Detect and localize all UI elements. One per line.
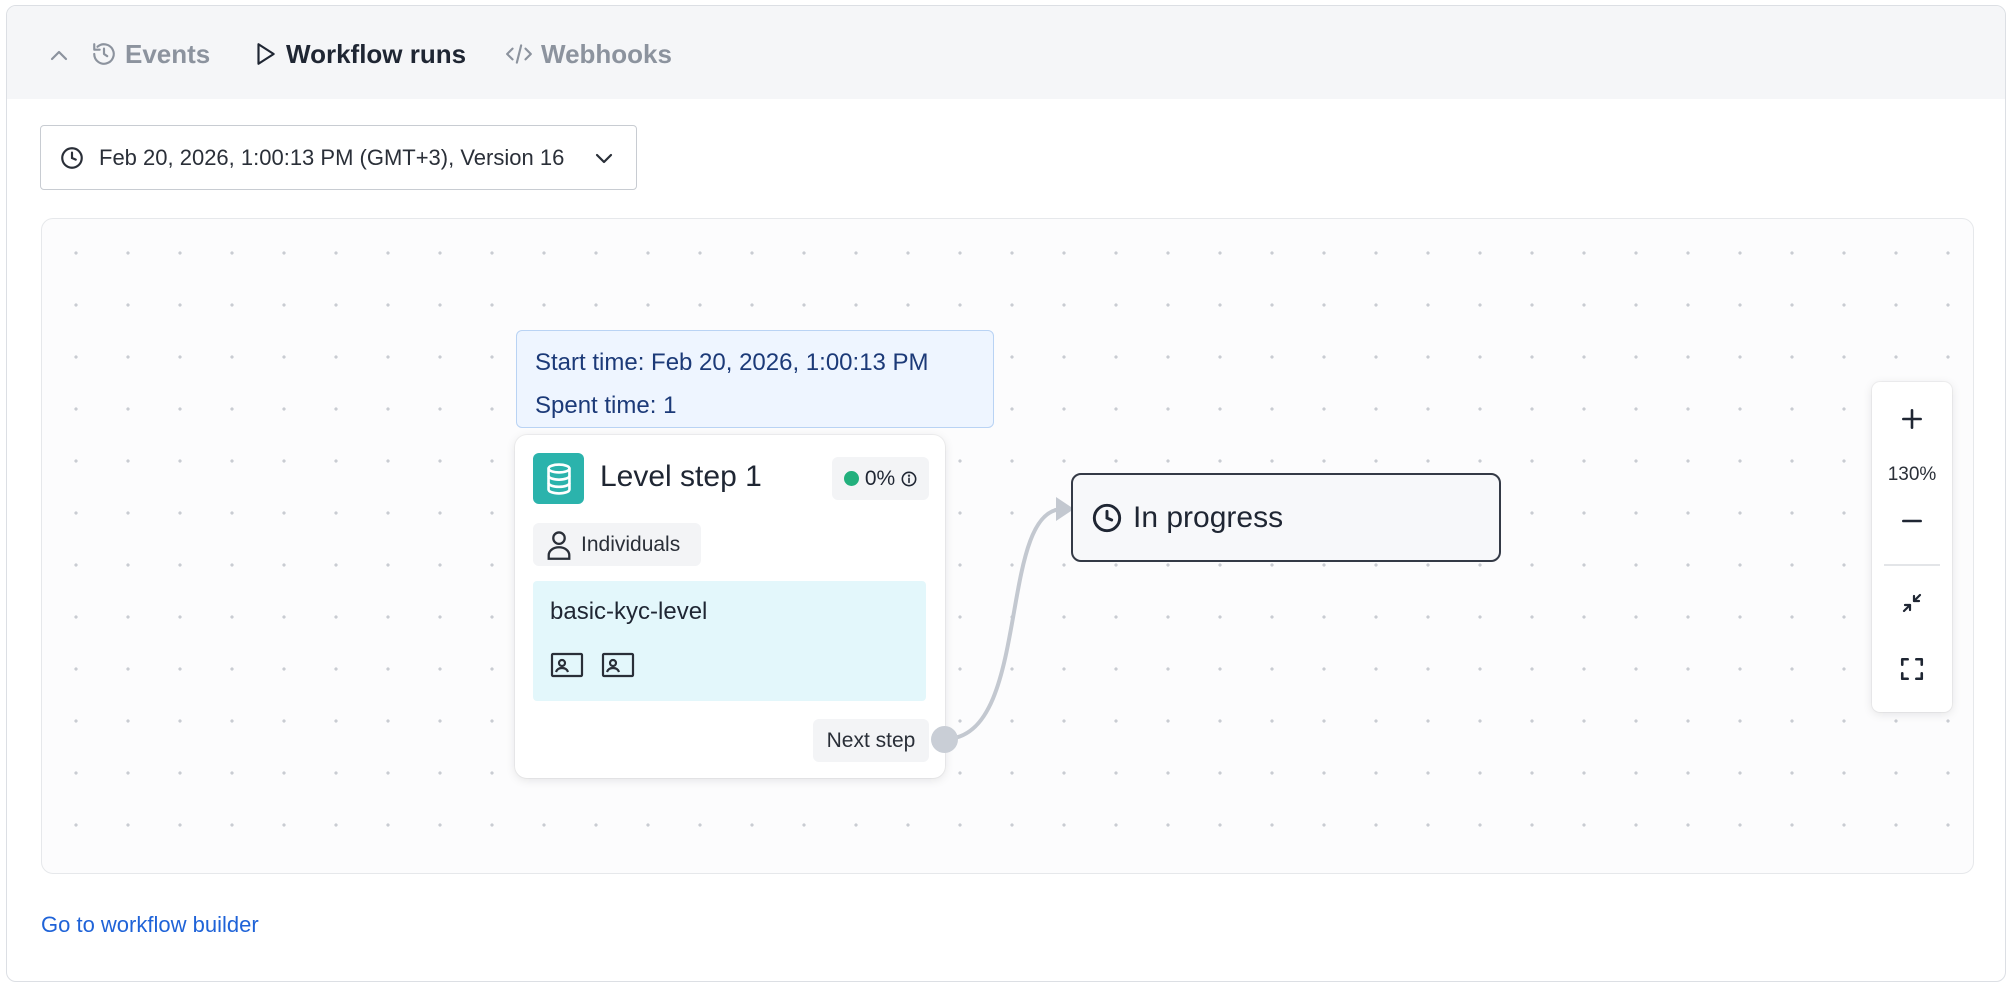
plus-icon [1902,409,1922,429]
code-icon [505,41,533,67]
id-card-icon [550,652,584,678]
fit-view-button[interactable] [1887,581,1937,625]
database-icon [533,453,584,504]
divider [1884,564,1940,566]
history-icon [91,41,117,67]
step-timing-tooltip: Start time: Feb 20, 2026, 1:00:13 PM Spe… [516,330,994,428]
chevron-up-icon [50,50,68,61]
level-box[interactable]: basic-kyc-level [533,581,926,701]
version-select[interactable]: Feb 20, 2026, 1:00:13 PM (GMT+3), Versio… [40,125,637,190]
tab-webhooks[interactable]: Webhooks [505,34,672,74]
fullscreen-button[interactable] [1887,647,1937,691]
tab-label: Webhooks [541,38,672,69]
next-step-handle[interactable] [931,726,958,753]
zoom-out-button[interactable] [1887,499,1937,543]
start-time-text: Start time: Feb 20, 2026, 1:00:13 PM [535,349,929,376]
chevron-down-icon [595,153,613,164]
tab-events[interactable]: Events [91,34,210,74]
collapse-button[interactable] [45,42,73,70]
workflow-runs-panel: Events Workflow runs Webhooks Feb 20, 20… [6,5,2006,982]
workflow-canvas[interactable]: Start time: Feb 20, 2026, 1:00:13 PM Spe… [41,218,1974,874]
clock-icon [1092,503,1122,532]
go-to-workflow-builder-link[interactable]: Go to workflow builder [41,912,259,938]
audience-label: Individuals [581,532,681,556]
tab-label: Events [125,38,211,69]
minus-icon [1902,519,1922,523]
audience-chip: Individuals [533,523,701,566]
zoom-in-button[interactable] [1887,397,1937,441]
play-icon [252,41,278,67]
progress-value: 0% [864,466,896,490]
level-name: basic-kyc-level [550,598,708,625]
shrink-icon [1902,593,1922,613]
zoom-level: 130% [1887,464,1937,485]
status-dot [843,471,859,486]
zoom-controls: 130% [1872,382,1952,712]
in-progress-node[interactable]: In progress [1071,473,1501,562]
clock-icon [61,146,83,169]
spent-time-text: Spent time: 1 [535,392,677,419]
user-icon [547,530,571,560]
version-select-value: Feb 20, 2026, 1:00:13 PM (GMT+3), Versio… [99,144,565,170]
edge-connector [944,497,1074,741]
fullscreen-icon [1900,657,1924,681]
level-step-node[interactable]: Level step 1 0% Individuals basic-kyc-le… [515,435,945,778]
tab-bar: Events Workflow runs Webhooks [7,6,2005,99]
id-card-icon [601,652,635,678]
status-node-label: In progress [1133,500,1284,534]
tab-label: Workflow runs [286,38,467,69]
progress-badge[interactable]: 0% [832,457,929,500]
step-title: Level step 1 [600,460,762,493]
tab-workflow-runs[interactable]: Workflow runs [252,34,466,74]
info-icon [901,471,917,486]
next-step-label: Next step [813,719,929,762]
